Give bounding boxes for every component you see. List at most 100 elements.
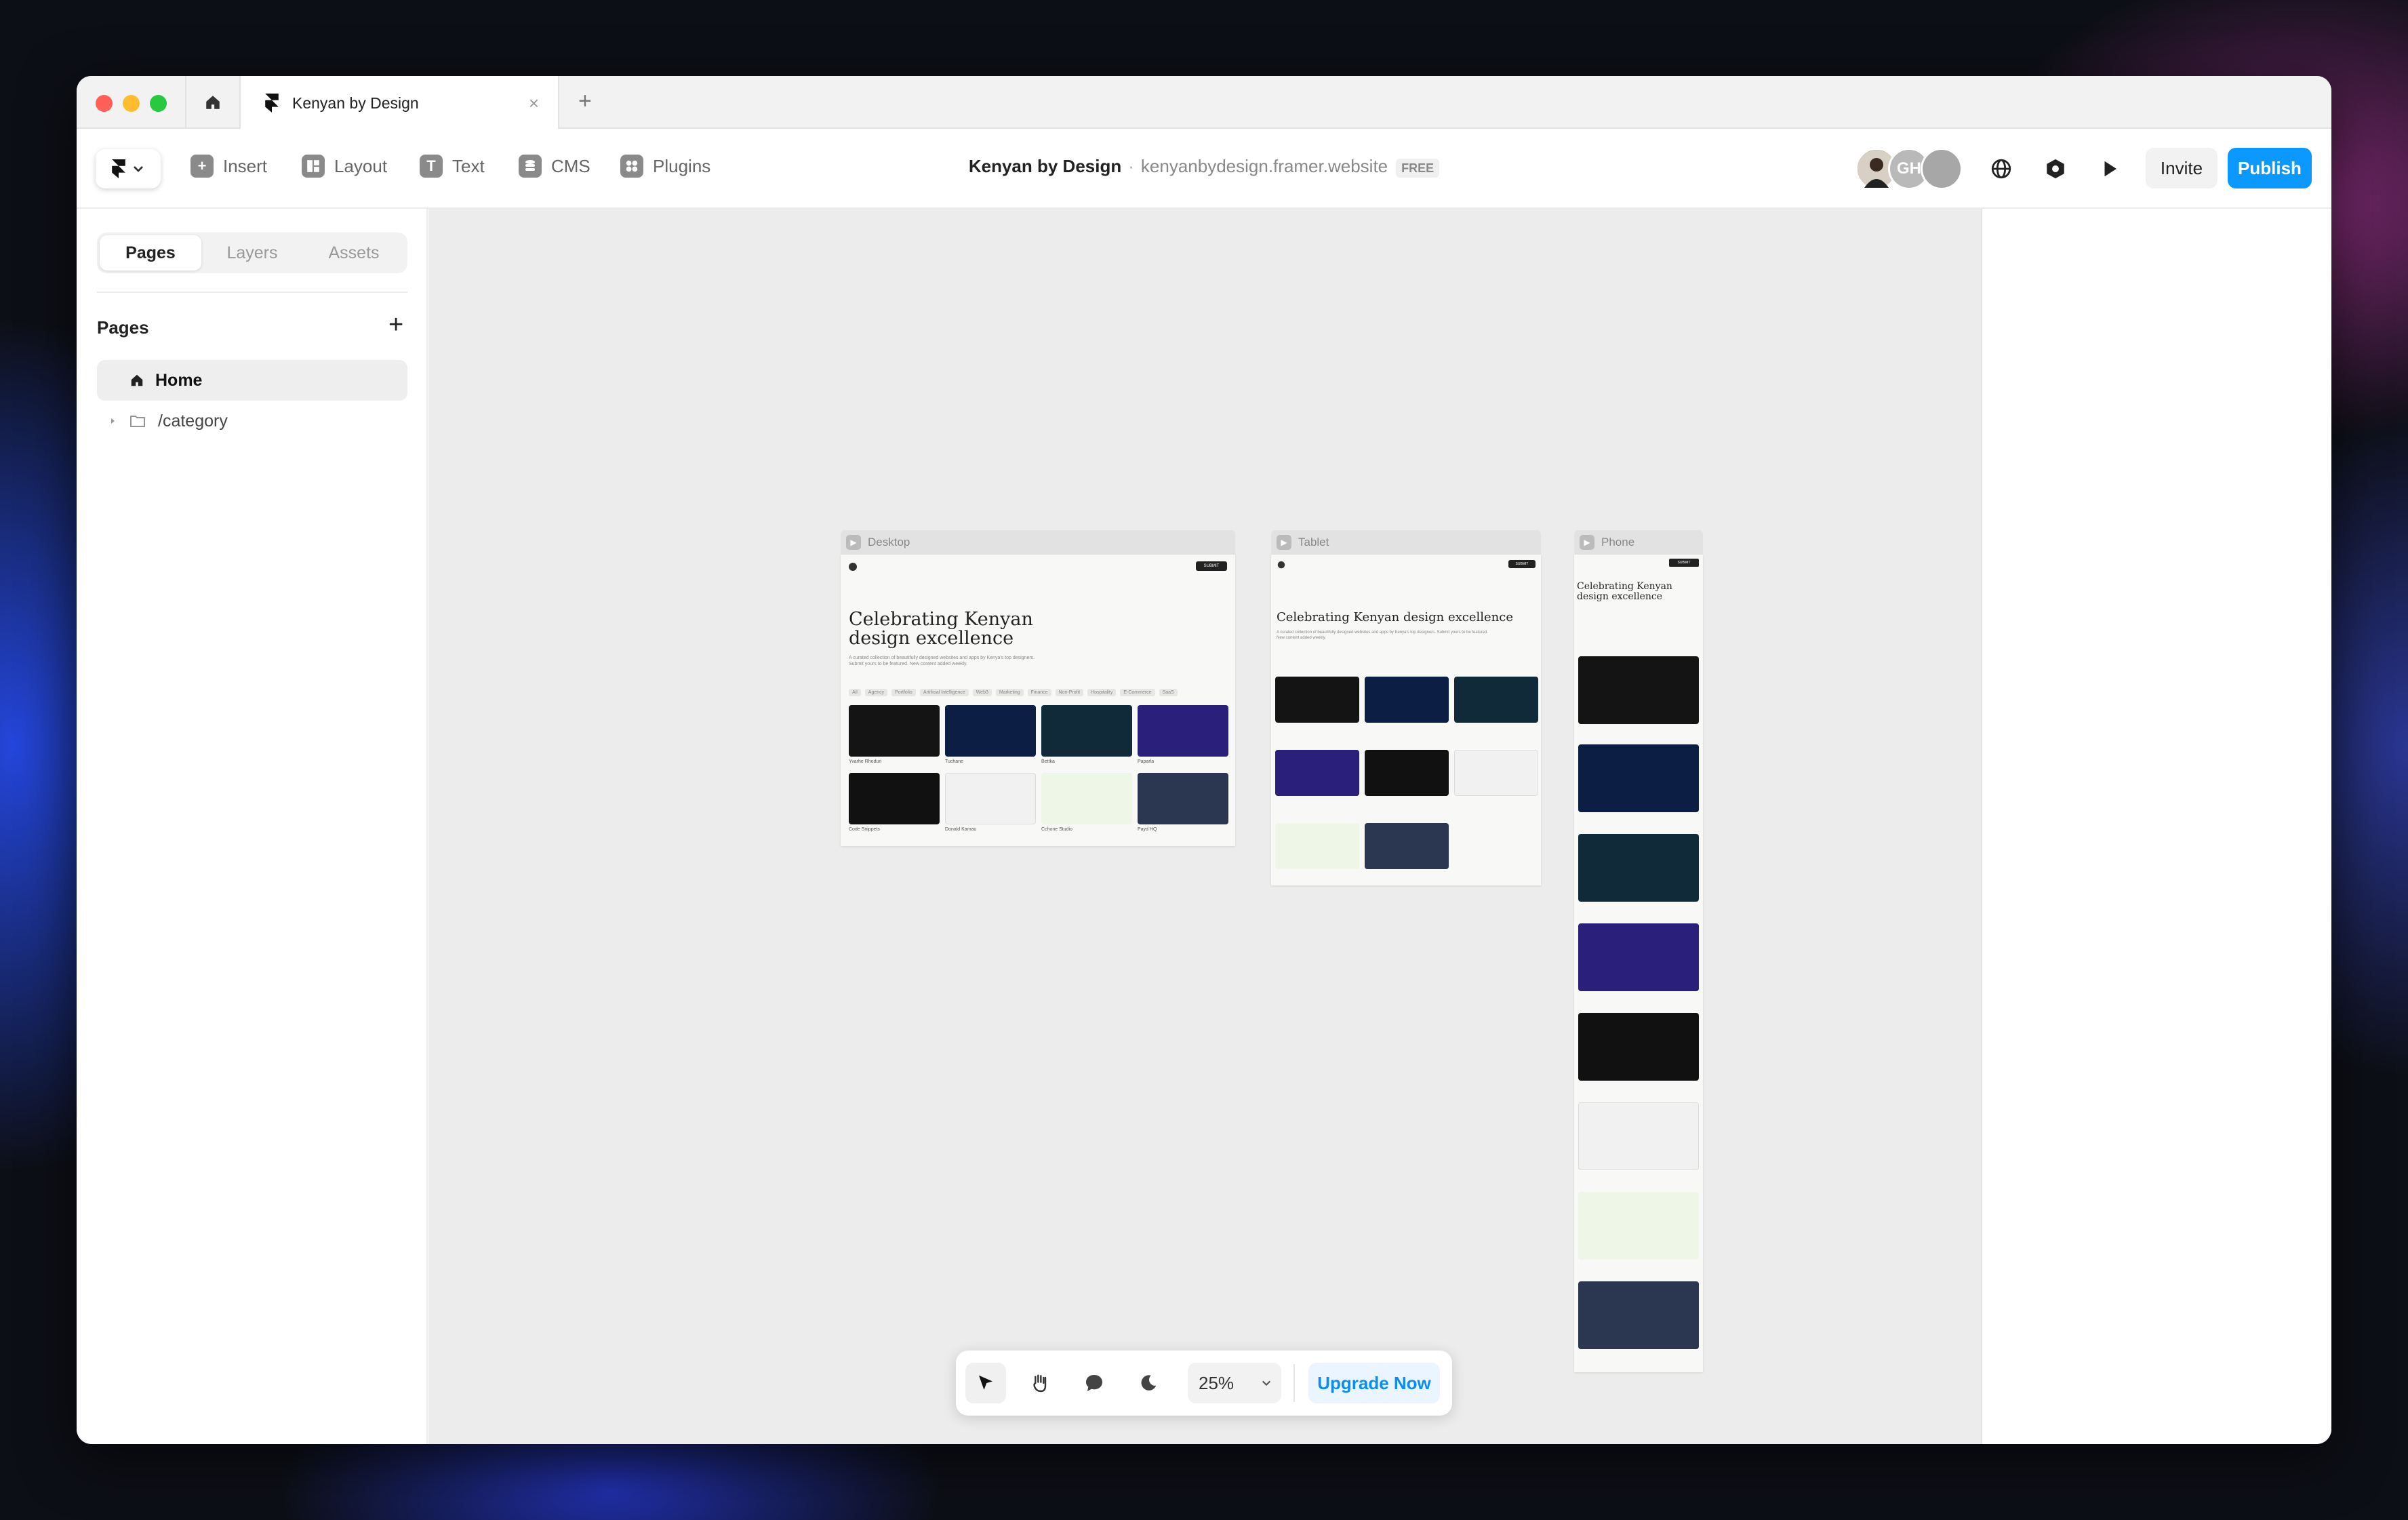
card-thumbnail[interactable] bbox=[1578, 1102, 1699, 1170]
desktop-frame-label[interactable]: ▶ Desktop bbox=[846, 530, 910, 555]
tablet-frame-label[interactable]: ▶ Tablet bbox=[1277, 530, 1329, 555]
pages-heading: Pages bbox=[97, 317, 149, 338]
cursor-arrow-icon bbox=[979, 1375, 992, 1390]
filter-chip[interactable]: E-Commerce bbox=[1120, 689, 1155, 696]
document-tab[interactable]: Kenyan by Design × bbox=[239, 76, 559, 130]
invite-button[interactable]: Invite bbox=[2146, 148, 2218, 188]
card-thumbnail[interactable] bbox=[945, 773, 1036, 824]
moon-icon bbox=[1141, 1375, 1157, 1391]
page-item-home[interactable]: Home bbox=[97, 360, 407, 401]
upgrade-now-button[interactable]: Upgrade Now bbox=[1308, 1363, 1440, 1403]
page-item-label: /category bbox=[158, 411, 228, 431]
right-properties-panel bbox=[1981, 209, 2331, 1444]
tab-layers[interactable]: Layers bbox=[201, 235, 303, 271]
desktop-frame-title: Desktop bbox=[868, 536, 910, 548]
page-item-category[interactable]: /category bbox=[97, 401, 407, 441]
plan-badge: FREE bbox=[1396, 159, 1440, 178]
submit-button[interactable]: SUBMIT bbox=[1508, 560, 1536, 568]
card-thumbnail[interactable] bbox=[1041, 773, 1132, 824]
zoom-window-button[interactable] bbox=[150, 95, 167, 112]
card-thumbnail[interactable] bbox=[1275, 823, 1359, 869]
card-thumbnail[interactable] bbox=[1275, 677, 1359, 723]
card-thumbnail[interactable] bbox=[1578, 1192, 1699, 1260]
card-thumbnail[interactable] bbox=[1578, 744, 1699, 812]
card-thumbnail[interactable] bbox=[1041, 705, 1132, 757]
card-thumbnail[interactable] bbox=[1365, 823, 1449, 869]
comment-tool-button[interactable] bbox=[1074, 1363, 1115, 1403]
globe-icon[interactable] bbox=[1986, 153, 2017, 184]
filter-chip[interactable]: SaaS bbox=[1159, 689, 1178, 696]
folder-icon bbox=[130, 416, 145, 427]
card-thumbnail[interactable] bbox=[849, 705, 940, 757]
filter-chip[interactable]: Hospitality bbox=[1087, 689, 1117, 696]
tab-assets[interactable]: Assets bbox=[303, 235, 405, 271]
card-thumbnail[interactable] bbox=[1578, 1281, 1699, 1349]
settings-hexagon-icon[interactable] bbox=[2040, 153, 2071, 184]
card-thumbnail[interactable] bbox=[1578, 1013, 1699, 1081]
design-canvas[interactable]: ▶ Desktop SUBMIT Celebrating Kenyan desi… bbox=[428, 209, 1981, 1444]
title-separator: · bbox=[1128, 156, 1134, 176]
filter-chip[interactable]: Portfolio bbox=[891, 689, 916, 696]
filter-chips: All Agency Portfolio Artificial Intellig… bbox=[849, 689, 1178, 696]
add-page-button[interactable]: + bbox=[388, 311, 403, 340]
submit-button[interactable]: SUBMIT bbox=[1196, 561, 1227, 571]
preview-play-icon[interactable] bbox=[2094, 153, 2125, 184]
hand-tool-button[interactable] bbox=[1020, 1363, 1060, 1403]
filter-chip[interactable]: Marketing bbox=[995, 689, 1024, 696]
card-thumbnail[interactable] bbox=[1578, 923, 1699, 991]
project-url[interactable]: kenyanbydesign.framer.website bbox=[1141, 156, 1388, 176]
desktop-frame[interactable]: SUBMIT Celebrating Kenyan design excelle… bbox=[841, 555, 1235, 846]
filter-chip[interactable]: Artificial Intelligence bbox=[919, 689, 969, 696]
card-thumbnail[interactable] bbox=[1365, 750, 1449, 796]
tablet-frame[interactable]: SUBMIT Celebrating Kenyan design excelle… bbox=[1271, 555, 1541, 885]
home-tab[interactable] bbox=[185, 76, 239, 129]
filter-chip[interactable]: Web3 bbox=[972, 689, 992, 696]
card-thumbnail[interactable] bbox=[1578, 656, 1699, 724]
submit-button[interactable]: SUBMIT bbox=[1669, 559, 1699, 567]
hero-title: Celebrating Kenyan design excellence bbox=[1277, 610, 1513, 624]
card-thumbnail[interactable] bbox=[1275, 750, 1359, 796]
chevron-down-icon bbox=[1262, 1380, 1271, 1386]
minimize-window-button[interactable] bbox=[123, 95, 140, 112]
card-thumbnail[interactable] bbox=[1578, 834, 1699, 902]
hero-title: Celebrating Kenyan design excellence bbox=[1577, 581, 1672, 602]
card-thumbnail[interactable] bbox=[945, 705, 1036, 757]
avatar[interactable] bbox=[1921, 148, 1963, 190]
filter-chip[interactable]: Finance bbox=[1027, 689, 1051, 696]
project-name: Kenyan by Design bbox=[968, 156, 1122, 176]
card-caption: Payd HQ bbox=[1138, 827, 1157, 832]
play-icon: ▶ bbox=[1580, 535, 1594, 550]
hero-text: A curated collection of beautifully desi… bbox=[1277, 631, 1489, 640]
tab-pages[interactable]: Pages bbox=[100, 235, 201, 271]
select-tool-button[interactable] bbox=[965, 1363, 1006, 1403]
phone-frame-label[interactable]: ▶ Phone bbox=[1580, 530, 1634, 555]
card-caption: Donald Kamau bbox=[945, 827, 977, 832]
comment-bubble-icon bbox=[1086, 1375, 1102, 1391]
card-thumbnail[interactable] bbox=[1138, 705, 1228, 757]
document-tab-title: Kenyan by Design bbox=[292, 94, 419, 112]
site-logo-icon bbox=[849, 563, 857, 571]
filter-chip[interactable]: Agency bbox=[864, 689, 888, 696]
close-window-button[interactable] bbox=[96, 95, 113, 112]
new-tab-button[interactable]: + bbox=[578, 88, 592, 115]
framer-window: Kenyan by Design × + + Insert Layout T T… bbox=[77, 76, 2331, 1444]
card-thumbnail[interactable] bbox=[1365, 677, 1449, 723]
play-icon: ▶ bbox=[846, 535, 861, 550]
card-caption: Cchone Studio bbox=[1041, 827, 1072, 832]
zoom-select[interactable]: 25% bbox=[1188, 1363, 1281, 1403]
collaborator-avatars[interactable]: GH bbox=[1855, 148, 1963, 190]
card-caption: Code Snippets bbox=[849, 827, 880, 832]
card-thumbnail[interactable] bbox=[849, 773, 940, 824]
card-thumbnail[interactable] bbox=[1454, 677, 1538, 723]
filter-chip[interactable]: Non-Profit bbox=[1055, 689, 1084, 696]
close-tab-icon[interactable]: × bbox=[529, 93, 539, 114]
publish-button[interactable]: Publish bbox=[2228, 148, 2312, 188]
card-thumbnail[interactable] bbox=[1138, 773, 1228, 824]
filter-chip[interactable]: All bbox=[849, 689, 861, 696]
toolbar-divider bbox=[1293, 1364, 1295, 1402]
card-thumbnail[interactable] bbox=[1454, 750, 1538, 796]
canvas-bottom-toolbar: 25% Upgrade Now bbox=[956, 1351, 1452, 1416]
hero-text: A curated collection of beautifully desi… bbox=[849, 656, 1035, 667]
phone-frame[interactable]: SUBMIT Celebrating Kenyan design excelle… bbox=[1574, 555, 1703, 1372]
dark-mode-button[interactable] bbox=[1128, 1363, 1169, 1403]
